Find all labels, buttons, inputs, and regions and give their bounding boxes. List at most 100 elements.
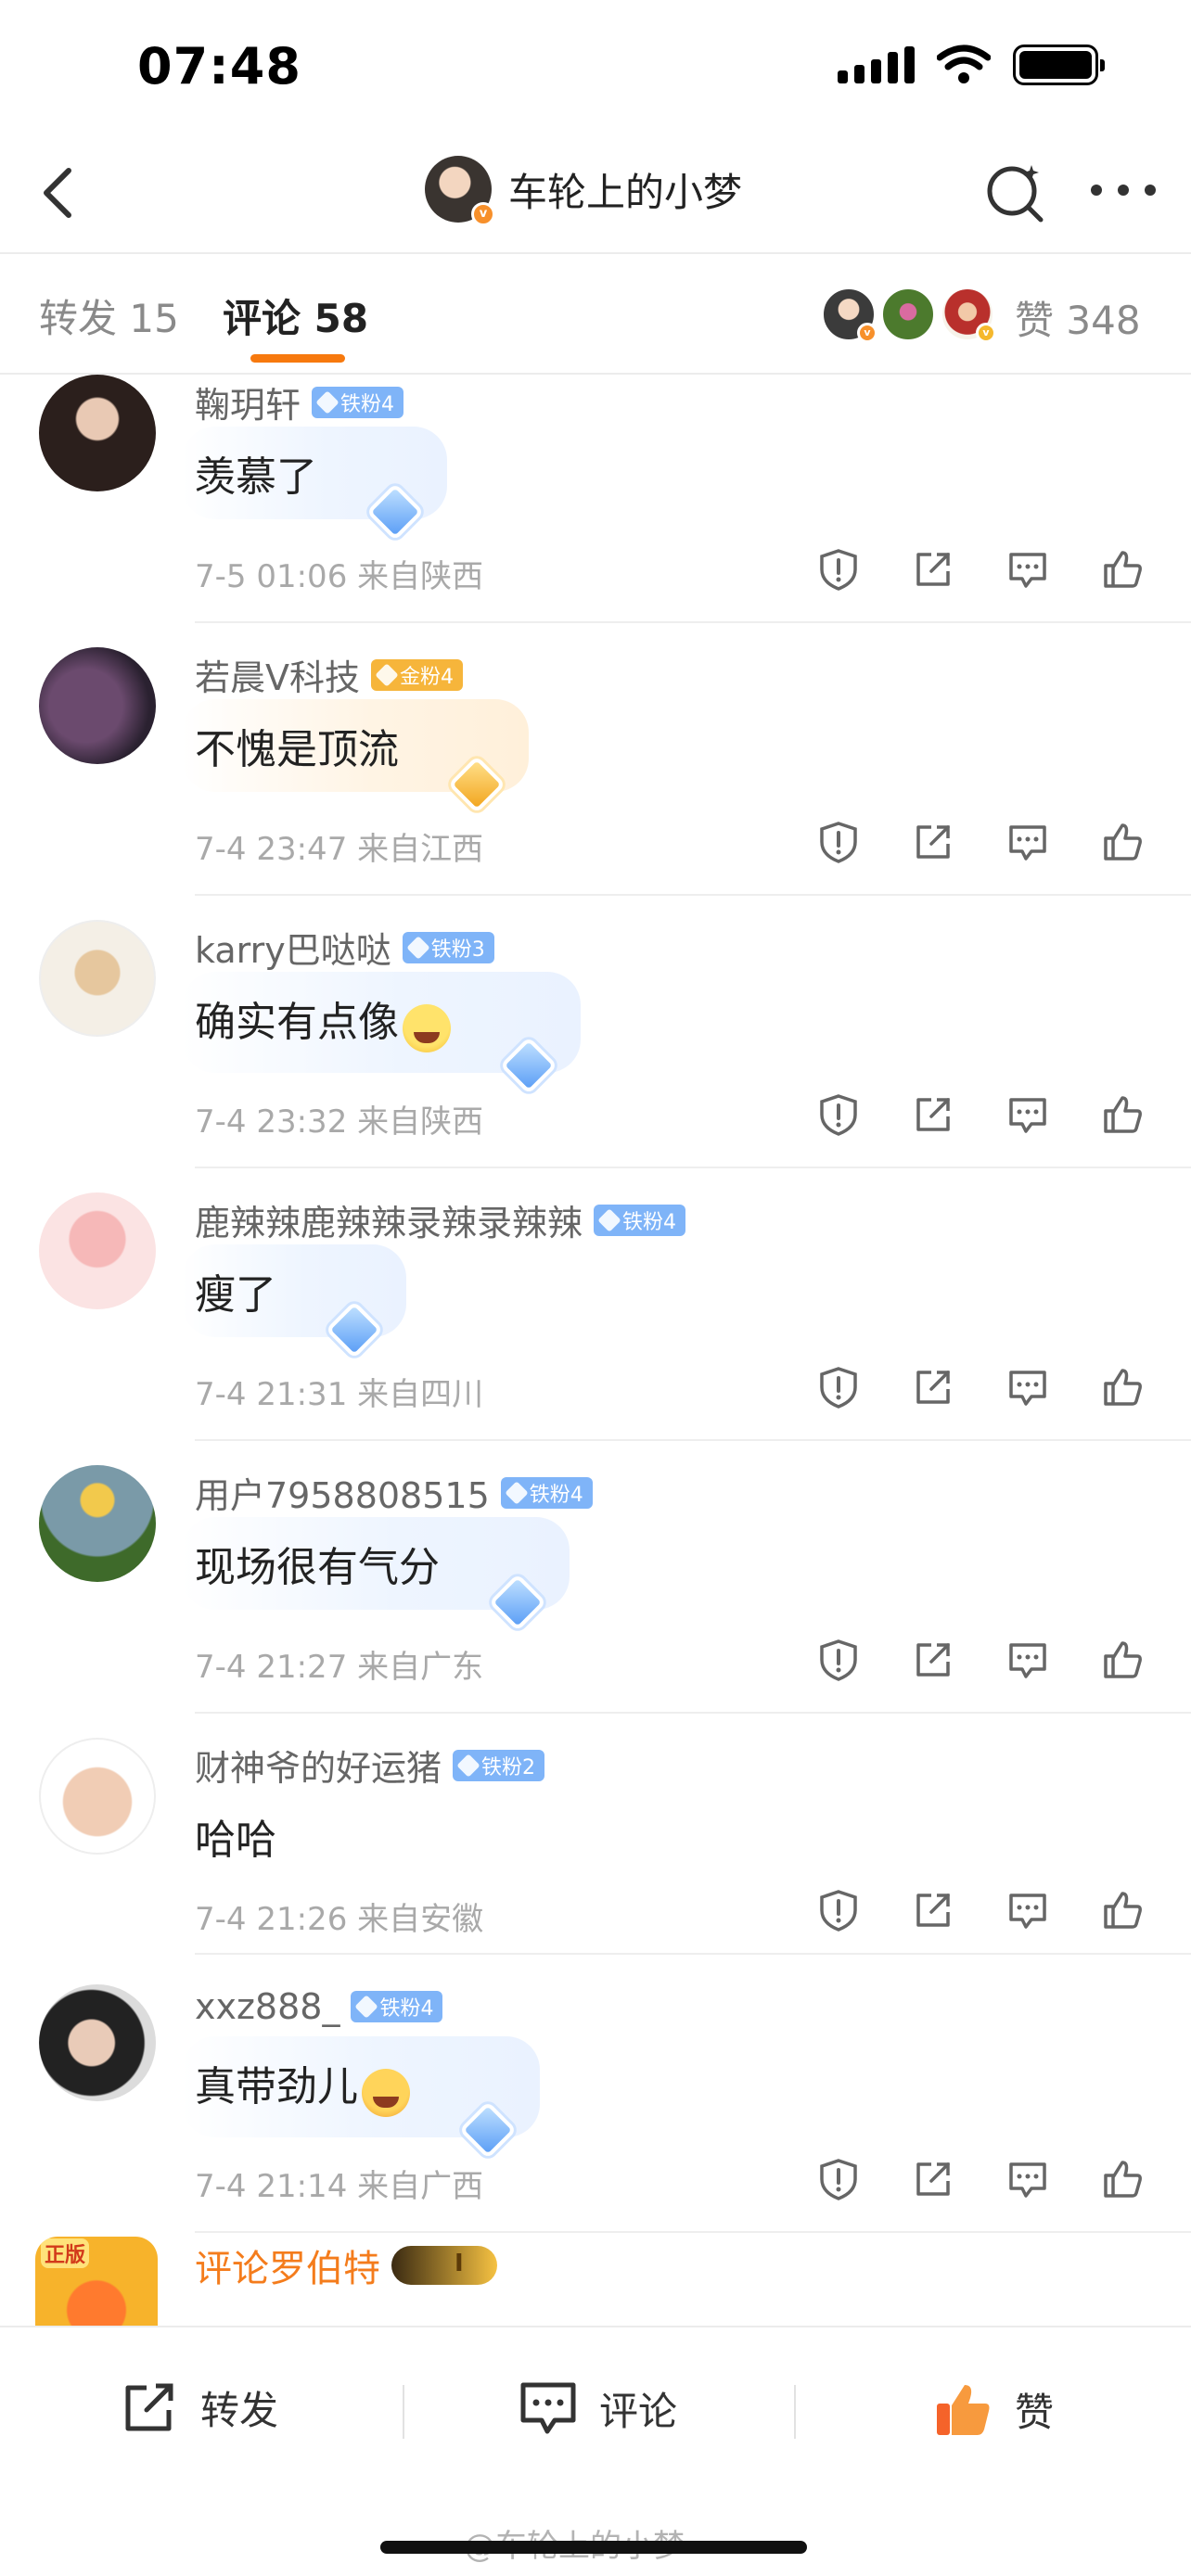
share-icon[interactable] bbox=[911, 1365, 955, 1409]
search-icon[interactable] bbox=[983, 159, 1048, 226]
fan-badge[interactable]: 铁粉4 bbox=[312, 386, 404, 418]
back-icon[interactable] bbox=[32, 159, 87, 226]
avatar bbox=[881, 287, 935, 341]
like-icon[interactable] bbox=[1100, 820, 1145, 864]
like-icon[interactable] bbox=[1100, 2157, 1145, 2201]
tab-repost-count: 15 bbox=[129, 296, 179, 341]
avatar[interactable] bbox=[39, 1738, 156, 1855]
crown-badge-icon[interactable] bbox=[391, 2246, 497, 2285]
bottom-action-bar: 转发 评论 赞 @车轮上的小梦 bbox=[0, 2326, 1191, 2576]
comment-text: 羡慕了 bbox=[195, 453, 317, 501]
tab-like-count: 348 bbox=[1066, 298, 1141, 343]
repost-label: 转发 bbox=[200, 2388, 279, 2433]
active-tab-indicator bbox=[250, 354, 345, 363]
report-icon[interactable] bbox=[816, 1092, 861, 1137]
report-icon[interactable] bbox=[816, 1888, 861, 1932]
comment-username[interactable]: 鹿辣辣鹿辣辣录辣录辣辣 bbox=[195, 1194, 583, 1245]
like-icon[interactable] bbox=[1100, 1888, 1145, 1932]
like-filled-icon bbox=[937, 2385, 990, 2435]
comment-meta: 7-4 23:32 来自陕西 bbox=[195, 1103, 484, 1141]
reply-icon[interactable] bbox=[1005, 547, 1050, 592]
comment-bubble[interactable]: 现场很有气分 bbox=[182, 1517, 570, 1632]
comment-bubble[interactable]: 哈哈 bbox=[182, 1790, 289, 1882]
reply-icon[interactable] bbox=[1005, 1365, 1050, 1409]
excited-emoji-icon bbox=[362, 2068, 410, 2117]
fan-badge[interactable]: 铁粉4 bbox=[594, 1204, 686, 1236]
verified-badge-icon: v bbox=[471, 202, 495, 226]
fan-badge-label: 铁粉4 bbox=[340, 392, 395, 416]
battery-icon bbox=[1013, 45, 1105, 85]
comment-username[interactable]: 用户7958808515 bbox=[195, 1467, 490, 1518]
liker-avatars[interactable]: v v bbox=[822, 287, 996, 343]
reply-icon[interactable] bbox=[1005, 2157, 1050, 2201]
reply-icon[interactable] bbox=[1005, 820, 1050, 864]
home-indicator[interactable] bbox=[380, 2541, 807, 2554]
reply-icon[interactable] bbox=[1005, 1638, 1050, 1682]
fan-badge[interactable]: 金粉4 bbox=[371, 658, 463, 691]
tab-comment[interactable]: 评论 58 bbox=[223, 287, 368, 344]
avatar[interactable] bbox=[39, 1984, 156, 2101]
divider bbox=[195, 2231, 1191, 2233]
comment-username[interactable]: 财神爷的好运猪 bbox=[195, 1740, 442, 1791]
comment-actions bbox=[816, 1365, 1145, 1409]
divider bbox=[195, 621, 1191, 623]
tab-comment-count: 58 bbox=[314, 296, 369, 341]
avatar[interactable]: v bbox=[425, 156, 495, 226]
tab-like[interactable]: 赞 348 bbox=[1015, 289, 1141, 346]
reply-icon[interactable] bbox=[1005, 1888, 1050, 1932]
report-icon[interactable] bbox=[816, 1365, 861, 1409]
like-icon[interactable] bbox=[1100, 1092, 1145, 1137]
share-icon[interactable] bbox=[911, 820, 955, 864]
avatar: v bbox=[822, 287, 877, 343]
avatar[interactable] bbox=[39, 1465, 156, 1582]
share-icon[interactable] bbox=[911, 547, 955, 592]
share-icon[interactable] bbox=[911, 1888, 955, 1932]
comment-bubble[interactable]: 不愧是顶流 bbox=[182, 699, 529, 814]
report-icon[interactable] bbox=[816, 1638, 861, 1682]
diamond-icon bbox=[325, 1300, 384, 1359]
tab-repost[interactable]: 转发 15 bbox=[39, 287, 179, 344]
avatar: v bbox=[941, 287, 996, 343]
comment-button[interactable]: 评论 bbox=[518, 2379, 677, 2437]
comment-bubble[interactable]: 确实有点像 bbox=[182, 972, 581, 1094]
comment-username[interactable]: 评论罗伯特 bbox=[195, 2238, 380, 2292]
avatar[interactable] bbox=[39, 1192, 156, 1309]
fan-badge[interactable]: 铁粉2 bbox=[453, 1749, 545, 1781]
avatar[interactable] bbox=[39, 375, 156, 491]
share-icon[interactable] bbox=[911, 1092, 955, 1137]
fan-badge[interactable]: 铁粉3 bbox=[402, 931, 494, 963]
divider bbox=[403, 2385, 404, 2439]
comment-text: 瘦了 bbox=[195, 1271, 276, 1319]
like-icon[interactable] bbox=[1100, 1365, 1145, 1409]
tab-bar: 转发 15 评论 58 v v 赞 348 bbox=[0, 254, 1191, 373]
like-icon[interactable] bbox=[1100, 547, 1145, 592]
comment-bubble[interactable]: 真带劲儿 bbox=[182, 2036, 540, 2159]
page-title: 车轮上的小梦 bbox=[508, 169, 743, 215]
report-icon[interactable] bbox=[816, 820, 861, 864]
comment-text: 真带劲儿 bbox=[195, 2063, 358, 2111]
divider bbox=[195, 1439, 1191, 1441]
like-icon[interactable] bbox=[1100, 1638, 1145, 1682]
report-icon[interactable] bbox=[816, 547, 861, 592]
comment-header: 评论罗伯特 bbox=[195, 2238, 497, 2292]
like-button[interactable]: 赞 bbox=[933, 2379, 1054, 2439]
comment-actions bbox=[816, 2157, 1145, 2201]
report-icon[interactable] bbox=[816, 2157, 861, 2201]
comment-username[interactable]: 若晨Ⅴ科技 bbox=[195, 649, 360, 700]
comment-bubble[interactable]: 羡慕了 bbox=[182, 427, 447, 542]
avatar[interactable] bbox=[39, 920, 156, 1037]
repost-button[interactable]: 转发 bbox=[121, 2379, 278, 2436]
reply-icon[interactable] bbox=[1005, 1092, 1050, 1137]
divider bbox=[195, 1953, 1191, 1955]
more-icon[interactable] bbox=[1091, 176, 1156, 204]
comment-bubble[interactable]: 瘦了 bbox=[182, 1244, 406, 1359]
comment-username[interactable]: 鞠玥轩 bbox=[195, 376, 301, 427]
share-icon[interactable] bbox=[911, 2157, 955, 2201]
fan-badge[interactable]: 铁粉4 bbox=[500, 1476, 593, 1509]
comment-username[interactable]: karry巴哒哒 bbox=[195, 922, 391, 973]
share-icon[interactable] bbox=[911, 1638, 955, 1682]
avatar[interactable] bbox=[39, 647, 156, 764]
nav-user[interactable]: v 车轮上的小梦 bbox=[425, 156, 743, 226]
comment-username[interactable]: xxz888_ bbox=[195, 1986, 339, 2027]
fan-badge[interactable]: 铁粉4 bbox=[351, 1991, 443, 2022]
